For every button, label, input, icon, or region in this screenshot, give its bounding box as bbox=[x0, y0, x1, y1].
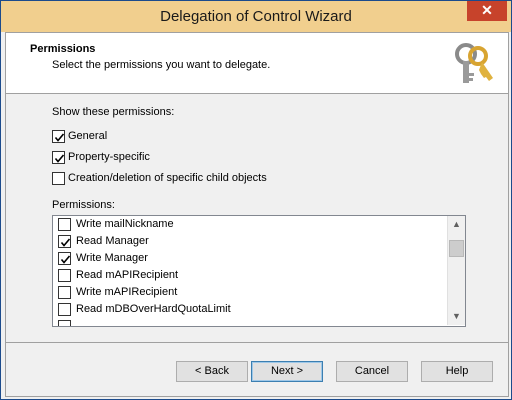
general-checkbox[interactable] bbox=[52, 130, 65, 143]
permission-checkbox[interactable] bbox=[58, 235, 71, 248]
back-button[interactable]: < Back bbox=[176, 361, 248, 382]
list-item[interactable]: Read mAPIRecipient bbox=[53, 267, 445, 284]
wizard-body: Permissions Select the permissions you w… bbox=[5, 32, 509, 397]
page-title: Permissions bbox=[30, 43, 96, 55]
check-icon bbox=[54, 154, 65, 163]
scroll-thumb[interactable] bbox=[449, 240, 464, 257]
permissions-label: Permissions: bbox=[52, 199, 115, 211]
permission-checkbox[interactable] bbox=[58, 252, 71, 265]
list-item[interactable]: Read Manager bbox=[53, 233, 445, 250]
permission-label: Write Manager bbox=[76, 252, 148, 264]
permission-checkbox[interactable] bbox=[58, 286, 71, 299]
wizard-window: Delegation of Control Wizard ✕ Permissio… bbox=[0, 0, 512, 400]
page-subtitle: Select the permissions you want to deleg… bbox=[52, 59, 271, 71]
permissions-list[interactable]: Write mailNickname Read Manager Write Ma… bbox=[52, 215, 466, 327]
scroll-down-icon[interactable]: ▼ bbox=[448, 308, 465, 325]
list-item[interactable]: Read mDBOverHardQuotaLimit bbox=[53, 301, 445, 318]
check-icon bbox=[60, 238, 71, 247]
scroll-up-icon[interactable]: ▲ bbox=[448, 216, 465, 233]
help-button[interactable]: Help bbox=[421, 361, 493, 382]
next-button[interactable]: Next > bbox=[251, 361, 323, 382]
permission-label: Read mDBOverHardQuotaLimit bbox=[76, 303, 231, 315]
cancel-button[interactable]: Cancel bbox=[336, 361, 408, 382]
permission-checkbox[interactable] bbox=[58, 320, 71, 326]
window-title: Delegation of Control Wizard bbox=[160, 8, 352, 25]
general-label: General bbox=[68, 130, 108, 142]
property-specific-checkbox[interactable] bbox=[52, 151, 65, 164]
property-specific-label: Property-specific bbox=[68, 151, 150, 163]
list-item[interactable]: Write mAPIRecipient bbox=[53, 284, 445, 301]
child-objects-checkbox[interactable] bbox=[52, 172, 65, 185]
keys-icon bbox=[455, 43, 493, 83]
child-objects-label: Creation/deletion of specific child obje… bbox=[68, 172, 267, 184]
wizard-header: Permissions Select the permissions you w… bbox=[6, 33, 508, 94]
title-bar[interactable]: Delegation of Control Wizard ✕ bbox=[1, 1, 511, 32]
list-item[interactable]: Write Manager bbox=[53, 250, 445, 267]
permission-label: Write mAPIRecipient bbox=[76, 286, 178, 298]
permission-label: Read mAPIRecipient bbox=[76, 269, 179, 281]
list-item-partial[interactable] bbox=[53, 318, 445, 326]
close-button[interactable]: ✕ bbox=[467, 1, 507, 21]
permission-checkbox[interactable] bbox=[58, 303, 71, 316]
footer-divider bbox=[6, 342, 508, 343]
list-item[interactable]: Write mailNickname bbox=[53, 216, 445, 233]
permission-label: Read Manager bbox=[76, 235, 149, 247]
show-permissions-label: Show these permissions: bbox=[52, 106, 175, 118]
check-icon bbox=[54, 133, 65, 142]
permission-checkbox[interactable] bbox=[58, 269, 71, 282]
permission-checkbox[interactable] bbox=[58, 218, 71, 231]
check-icon bbox=[60, 255, 71, 264]
permission-label: Write mailNickname bbox=[76, 218, 174, 230]
vertical-scrollbar[interactable]: ▲ ▼ bbox=[447, 216, 465, 325]
